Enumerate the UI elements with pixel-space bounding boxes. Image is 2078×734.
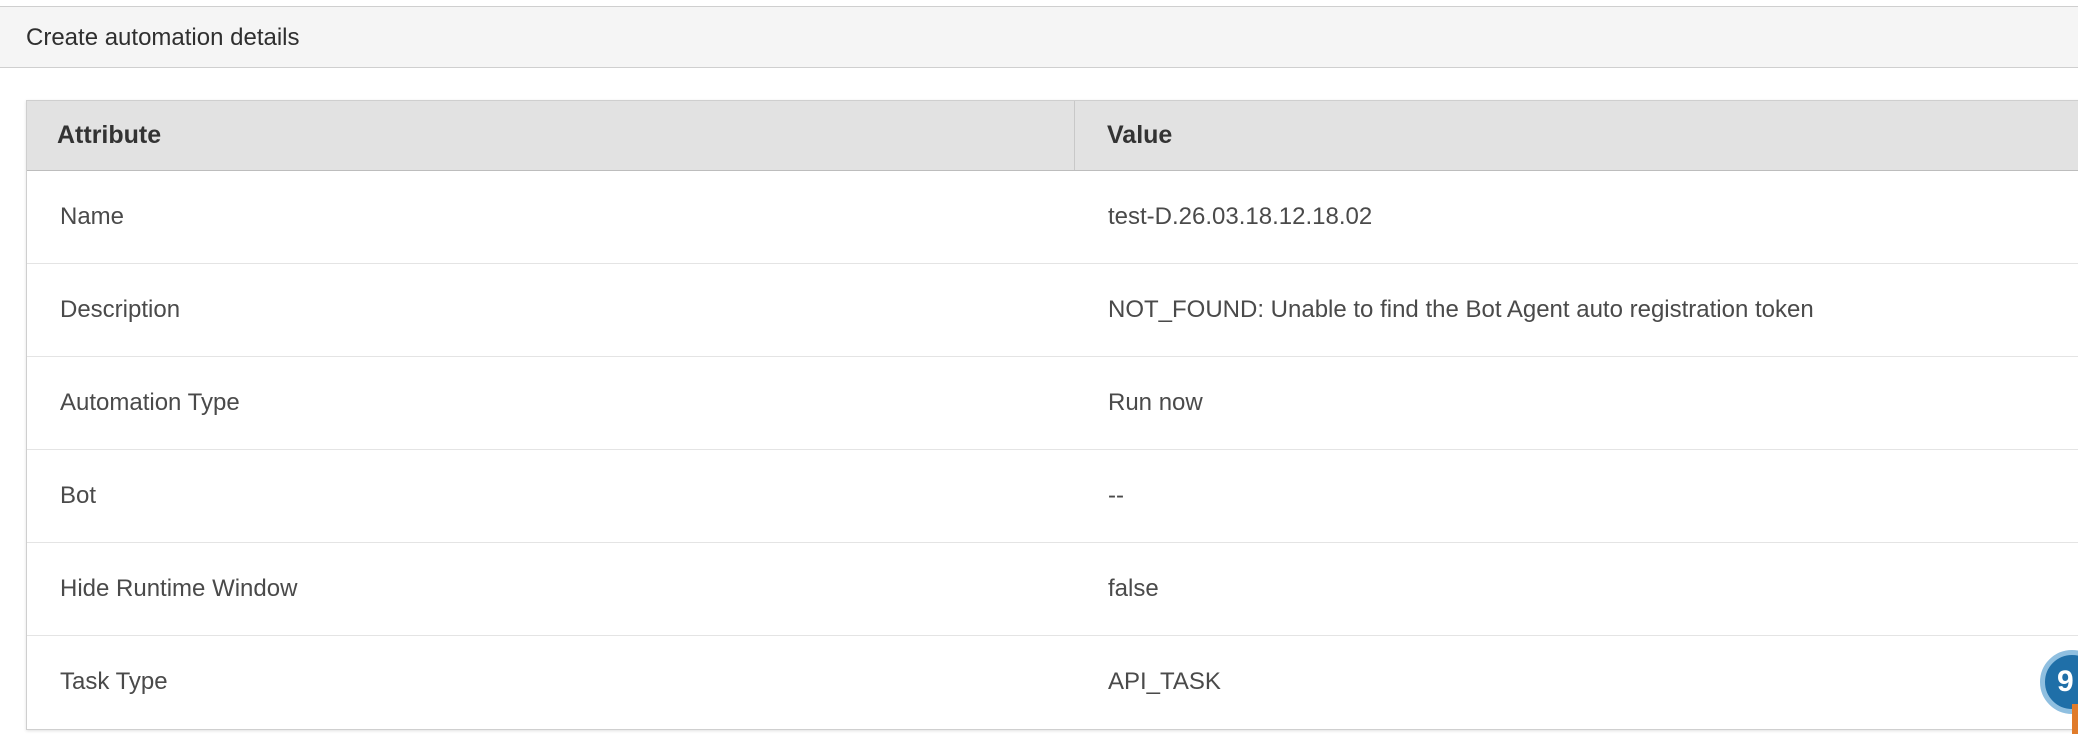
details-table: Attribute Value Name test-D.26.03.18.12.…: [26, 100, 2078, 730]
value-cell: false: [1108, 575, 1159, 602]
column-divider: [1074, 101, 1075, 170]
automation-details-page: Create automation details Attribute Valu…: [0, 0, 2078, 734]
column-header-value: Value: [1107, 121, 1173, 149]
attribute-cell: Description: [60, 296, 181, 323]
table-row: Automation Type Run now: [27, 357, 2078, 450]
value-cell: API_TASK: [1108, 668, 1221, 695]
attribute-cell: Name: [60, 203, 125, 230]
attribute-cell: Bot: [60, 482, 97, 509]
chat-bubble-glyph: 9: [2057, 665, 2074, 698]
table-row: Description NOT_FOUND: Unable to find th…: [27, 264, 2078, 357]
attribute-cell: Task Type: [60, 668, 168, 695]
section-header: Create automation details: [0, 7, 2078, 68]
table-header-row: Attribute Value: [27, 101, 2078, 171]
chat-bubble-accent: [2072, 704, 2078, 734]
attribute-cell: Automation Type: [60, 389, 240, 416]
value-cell: NOT_FOUND: Unable to find the Bot Agent …: [1108, 296, 1814, 323]
column-header-attribute: Attribute: [57, 121, 162, 149]
value-cell: test-D.26.03.18.12.18.02: [1108, 203, 1373, 230]
table-row: Hide Runtime Window false: [27, 543, 2078, 636]
attribute-cell: Hide Runtime Window: [60, 575, 298, 602]
table-row: Task Type API_TASK: [27, 636, 2078, 729]
value-cell: Run now: [1108, 389, 1203, 416]
table-row: Bot --: [27, 450, 2078, 543]
value-cell: --: [1108, 482, 1124, 509]
section-title: Create automation details: [26, 24, 300, 51]
table-row: Name test-D.26.03.18.12.18.02: [27, 171, 2078, 264]
